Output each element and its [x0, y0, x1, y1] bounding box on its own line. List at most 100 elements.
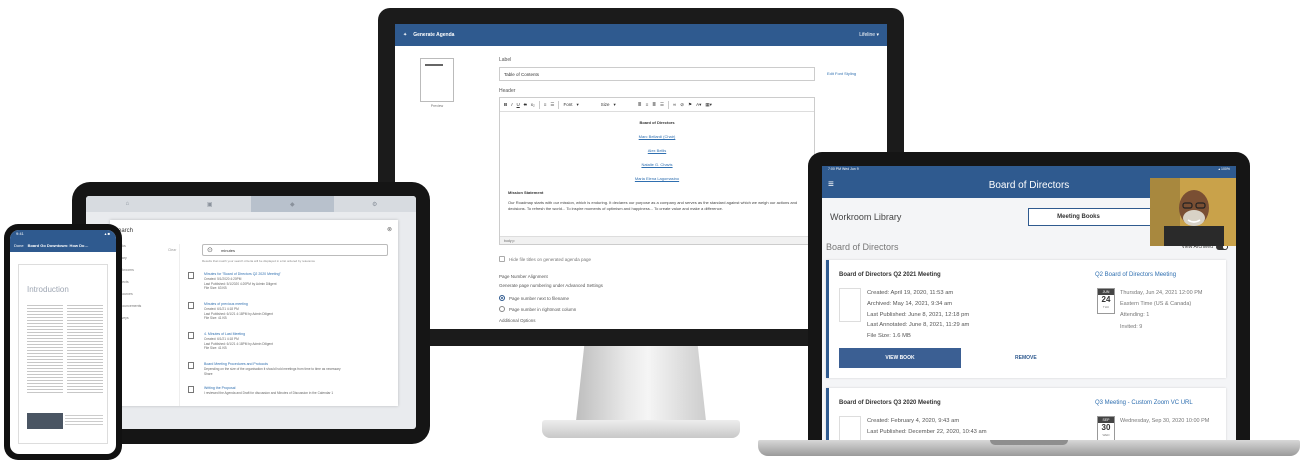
meeting-link[interactable]: Q2 Board of Directors Meeting: [1095, 272, 1176, 278]
close-icon[interactable]: ⊗: [387, 226, 392, 233]
chat-icon: [188, 386, 194, 393]
align-center-icon[interactable]: ≡: [646, 102, 649, 107]
unlink-icon[interactable]: ⊘: [680, 102, 684, 108]
page-image: [27, 413, 63, 429]
meeting-link[interactable]: Q3 Meeting - Custom Zoom VC URL: [1095, 400, 1193, 406]
edit-font-link[interactable]: Edit Font Styling: [827, 71, 856, 76]
tab-settings[interactable]: ⚙: [334, 196, 417, 212]
search-hint: Results that match your search criteria …: [202, 259, 316, 263]
text-column: [67, 305, 103, 395]
book-thumbnail[interactable]: [839, 288, 861, 322]
italic-button[interactable]: I: [511, 102, 512, 107]
page-number-alignment-label: Page Number Alignment: [499, 274, 548, 279]
view-book-button[interactable]: VIEW BOOK: [839, 348, 961, 368]
editor-content: Board of Directors Marc Bellardi (Chair)…: [500, 112, 814, 212]
book-meta: Created: April 19, 2020, 11:53 am Archiv…: [867, 290, 970, 340]
text-column: [27, 305, 63, 395]
search-panel: Search ⊗ Clear Books Library Workrooms P…: [110, 220, 398, 406]
home-indicator: [39, 452, 77, 454]
search-result[interactable]: Writing the Proposal I reviewed the Agen…: [188, 386, 333, 396]
search-result[interactable]: Board Meeting Procedures and Protocols D…: [188, 362, 341, 376]
text-column: [65, 415, 103, 425]
size-select[interactable]: Size: [601, 102, 610, 107]
phone-screen: 9:41 ▴ ■ Done Board Go Downtown: How Do… …: [10, 230, 116, 454]
document-title: Board Go Downtown: How Do…: [27, 242, 89, 248]
ordered-list-icon[interactable]: ≡: [544, 102, 547, 107]
link-icon[interactable]: ∞: [673, 102, 676, 107]
event-details: Wednesday, Sep 30, 2020 10:00 PM: [1120, 418, 1210, 424]
tab-meeting-books[interactable]: Meeting Books: [1029, 209, 1128, 225]
laptop-device: 7:00 PM Wed Jun 9 ▴ 100% ≡ Board of Direc…: [808, 152, 1250, 446]
member-link[interactable]: Natalie G. Chavis: [500, 162, 814, 167]
calendar-icon: ▣: [206, 201, 213, 208]
label-input[interactable]: Table of Contents: [499, 67, 815, 81]
radio-rightmost-column[interactable]: Page number in rightmost column: [499, 306, 576, 312]
document-icon: [188, 272, 194, 279]
align-left-icon[interactable]: ≣: [638, 102, 642, 108]
tab-books[interactable]: ◆: [251, 196, 334, 212]
clear-link[interactable]: Clear: [168, 248, 176, 252]
label-caption: Label: [499, 57, 512, 63]
bold-button[interactable]: B: [504, 102, 507, 107]
done-button[interactable]: Done: [14, 243, 24, 248]
document-icon: [188, 332, 194, 339]
justify-icon[interactable]: ☰: [660, 102, 664, 108]
member-link[interactable]: Marc Bellardi (Chair): [500, 134, 814, 139]
align-right-icon[interactable]: ≣: [652, 102, 656, 108]
phone-doc-header: Done Board Go Downtown: How Do…: [10, 238, 116, 252]
subscript-button[interactable]: x₂: [531, 102, 535, 107]
search-icon: ⊙: [207, 247, 213, 254]
font-select[interactable]: Font: [563, 102, 572, 107]
agenda-thumbnail[interactable]: [420, 58, 454, 102]
laptop-status-bar: 7:00 PM Wed Jun 9 ▴ 100%: [822, 166, 1236, 173]
member-link[interactable]: Alex Bellis: [500, 148, 814, 153]
document-icon: [188, 302, 194, 309]
member-link[interactable]: Maria Elena Lagomasino: [500, 176, 814, 181]
section-title: Board of Directors: [826, 242, 899, 252]
radio-next-to-filename[interactable]: Page number next to filename: [499, 295, 569, 301]
text-color-icon[interactable]: A▾: [696, 102, 701, 108]
editor-statusbar: body p: [500, 236, 814, 244]
generate-note: Generate page numbering under Advanced S…: [499, 283, 603, 288]
table-icon[interactable]: ▦▾: [705, 102, 712, 108]
tablet-screen: ⌂ ▣ ◆ ⚙ Search ⊗ Clear Books Library Wor…: [86, 196, 416, 429]
remove-button[interactable]: REMOVE: [1015, 355, 1037, 361]
header-caption: Header: [499, 88, 516, 94]
monitor-base: [542, 420, 740, 438]
calendar-icon: SEP 30 WED: [1097, 416, 1115, 442]
search-result[interactable]: 4. Minutes of Last Meeting Created: 6/1/…: [188, 332, 273, 351]
calendar-icon: JUN 24 THU: [1097, 288, 1115, 314]
underline-button[interactable]: U: [517, 102, 520, 107]
user-menu[interactable]: Lifeline ▾: [859, 32, 879, 38]
hamburger-menu-icon[interactable]: ≡: [828, 179, 834, 190]
book-title: Board of Directors Q2 2021 Meeting: [839, 272, 941, 278]
thumbnail-caption: Preview: [430, 104, 444, 108]
video-call-avatar[interactable]: [1150, 178, 1236, 246]
bullet-list-icon[interactable]: ☰: [550, 102, 554, 108]
tab-calendar[interactable]: ▣: [169, 196, 252, 212]
tablet-tabbar: ⌂ ▣ ◆ ⚙: [86, 196, 416, 212]
workroom-library-title: Workroom Library: [830, 212, 902, 222]
hide-titles-checkbox[interactable]: Hide file titles on generated agenda pag…: [499, 256, 591, 262]
meeting-book-card: Board of Directors Q3 2020 Meeting Q3 Me…: [826, 388, 1226, 444]
search-input[interactable]: ⊙ minutes: [202, 244, 388, 256]
event-details: Thursday, Jun 24, 2021 12:00 PM Eastern …: [1120, 290, 1203, 330]
editor-toolbar: B I U S x₂ ≡ ☰ Font ▾ Size ▾ ≣ ≡ ≣ ☰ ∞ ⊘…: [500, 98, 814, 112]
monitor-stand: [575, 346, 707, 424]
board-heading: Board of Directors: [639, 120, 675, 125]
document-page[interactable]: Introduction: [18, 264, 108, 444]
search-result[interactable]: Minutes for "Board of Directors Q2 2020 …: [188, 272, 281, 291]
phone-device: 9:41 ▴ ■ Done Board Go Downtown: How Do… …: [4, 224, 122, 460]
book-icon: ◆: [289, 201, 295, 208]
mission-heading: Mission Statement: [508, 190, 544, 195]
search-result[interactable]: Minutes of previous meeting Created: 6/1…: [188, 302, 273, 321]
strike-button[interactable]: S: [524, 102, 527, 107]
tab-home[interactable]: ⌂: [86, 196, 169, 212]
flag-icon[interactable]: ⚑: [688, 102, 692, 108]
generate-agenda-header: ✦ Generate Agenda Lifeline ▾: [395, 24, 887, 46]
star-icon: ✦: [403, 32, 408, 38]
book-meta: Created: February 4, 2020, 9:43 am Last …: [867, 418, 987, 435]
rich-text-editor[interactable]: B I U S x₂ ≡ ☰ Font ▾ Size ▾ ≣ ≡ ≣ ☰ ∞ ⊘…: [499, 97, 815, 245]
person-photo: [1150, 178, 1236, 246]
gear-icon: ⚙: [372, 201, 378, 208]
